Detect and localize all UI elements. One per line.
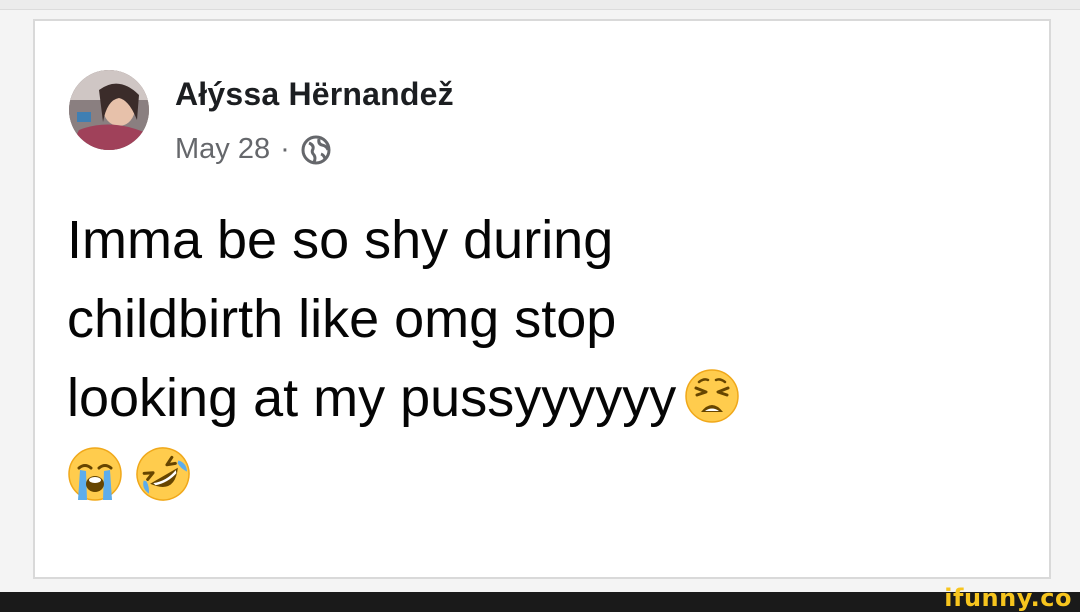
post-text-line-3-wrapper: looking at my pussyyyyyy xyxy=(67,359,1027,438)
post-body: Imma be so shy during childbirth like om… xyxy=(67,201,1027,502)
post-text-line-3: looking at my pussyyyyyy xyxy=(67,368,677,428)
post-text-line-1: Imma be so shy during xyxy=(67,210,614,270)
post-card: Ałýssa Hërnandež May 28 · Imma be so shy… xyxy=(33,19,1051,579)
watermark-bar xyxy=(0,592,1080,612)
post-date[interactable]: May 28 xyxy=(175,133,270,166)
avatar[interactable] xyxy=(69,70,149,150)
post-meta: May 28 · xyxy=(175,133,332,166)
loudly-crying-face-emoji-icon xyxy=(67,446,123,502)
ifunny-watermark: ifunny.co xyxy=(944,584,1072,612)
author-name[interactable]: Ałýssa Hërnandež xyxy=(175,76,454,113)
emoji-row xyxy=(67,446,1027,502)
rolling-on-floor-laughing-emoji-icon xyxy=(135,446,191,502)
screenshot-page: Ałýssa Hërnandež May 28 · Imma be so shy… xyxy=(0,0,1080,612)
weary-face-emoji-icon xyxy=(684,368,740,424)
top-edge xyxy=(0,0,1080,10)
meta-separator: · xyxy=(280,133,290,165)
globe-icon[interactable] xyxy=(300,134,332,166)
avatar-image xyxy=(69,70,149,150)
post-text-line-2: childbirth like omg stop xyxy=(67,289,617,349)
